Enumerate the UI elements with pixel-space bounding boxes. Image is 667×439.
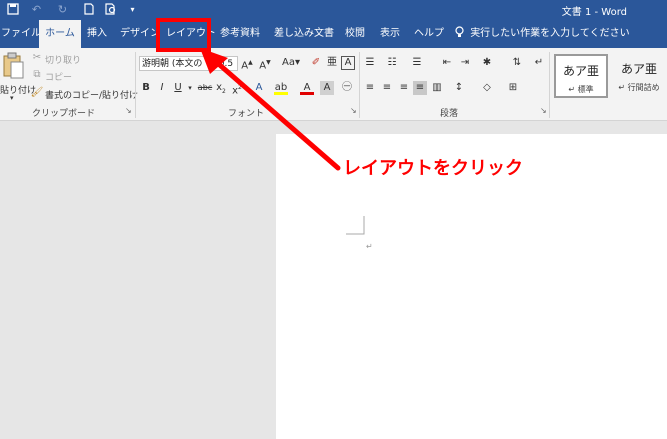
annotation-label: レイアウトをクリック xyxy=(343,158,523,179)
annotation-overlay xyxy=(156,18,341,171)
highlight-box xyxy=(156,18,211,52)
arrow-line xyxy=(211,57,341,171)
